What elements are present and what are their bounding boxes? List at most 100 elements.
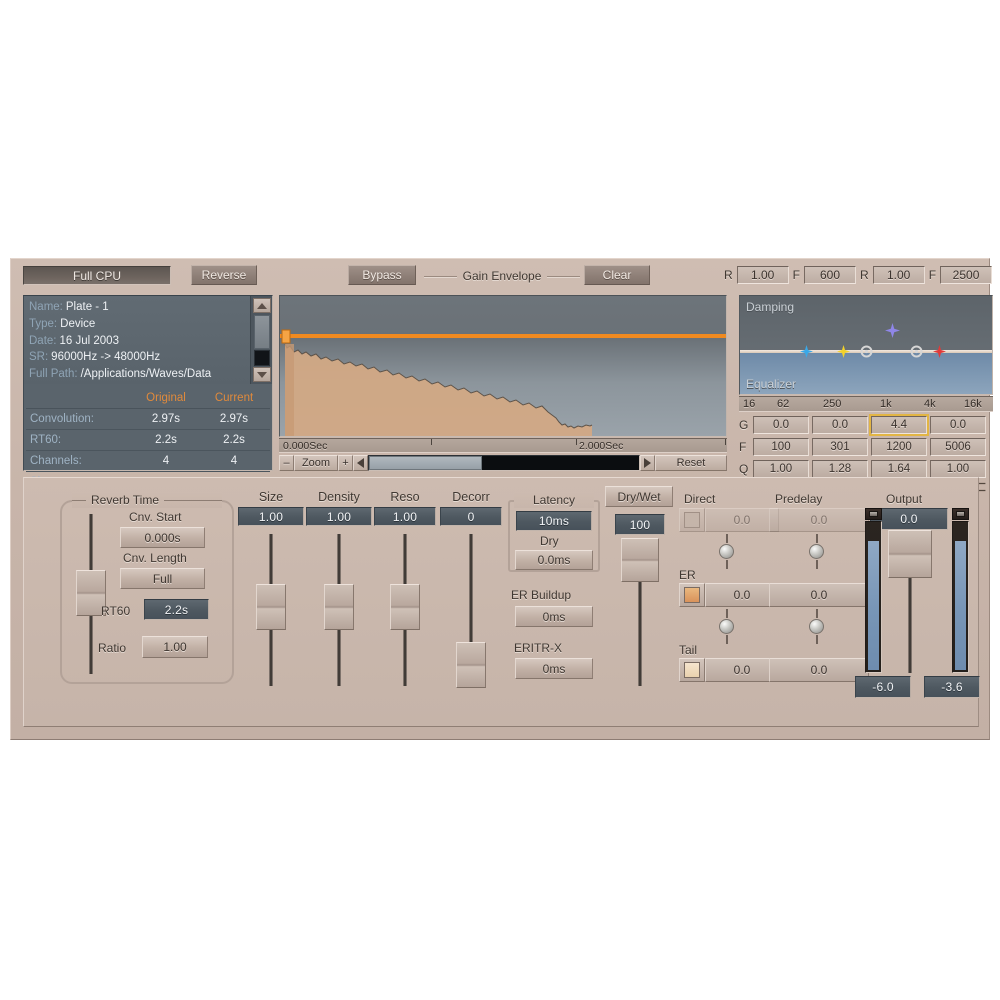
reset-button[interactable]: Reset [655,455,727,471]
rf-value-2[interactable]: 1.00 [872,266,925,284]
eq-band-node-4[interactable] [885,323,900,338]
slider-thumb[interactable] [324,584,354,630]
table-row: Convolution: 2.97s 2.97s [26,409,270,430]
decorr-slider[interactable] [451,534,491,688]
scroll-right-button[interactable] [640,455,655,471]
rf-value-1[interactable]: 600 [804,266,857,284]
eq-band-node-5[interactable] [910,345,923,358]
chevron-right-icon [644,458,651,468]
horizontal-scrollbar[interactable] [368,455,640,471]
eq-freq-band-2[interactable]: 301 [812,437,868,456]
eq-q-band-4[interactable]: 1.00 [930,459,986,478]
scrollbar-track[interactable] [254,350,270,366]
fader-thumb[interactable] [888,530,932,578]
scroll-up-icon[interactable] [253,298,271,313]
zoom-in-button[interactable]: + [338,455,353,471]
slider-thumb[interactable] [256,584,286,630]
eq-q-band-3[interactable]: 1.64 [871,459,927,478]
dry-value[interactable]: 0.0ms [515,550,593,570]
ir-reverb-plugin-window: Full CPU Reverse Bypass Gain Envelope Cl… [10,258,993,740]
scroll-down-icon[interactable] [253,367,271,382]
eq-freq-band-4[interactable]: 5006 [930,437,986,456]
link-line [726,609,728,618]
tail-gain-value[interactable]: 0.0 [705,658,779,682]
decorr-value[interactable]: 0 [440,507,502,526]
output-fader[interactable] [888,530,932,673]
rf-value-3[interactable]: 2500 [940,266,993,284]
gain-envelope-title: Gain Envelope [424,268,581,284]
row-original: 2.97s [151,413,181,425]
right-clip-indicator[interactable] [952,508,969,520]
eq-gain-band-4[interactable]: 0.0 [930,415,986,434]
reverse-button[interactable]: Reverse [191,265,257,285]
eq-damping-section: Damping Equalizer 16 62 250 1k 4k 16k G … [739,295,993,495]
direct-predelay-cell[interactable]: 0.0 [769,508,869,532]
reso-label: Reso [390,490,420,504]
scroll-left-button[interactable] [353,455,368,471]
direct-gain-value[interactable]: 0.0 [705,508,779,532]
eq-freq-band-1[interactable]: 100 [753,437,809,456]
gain-envelope-graph[interactable] [279,295,727,437]
eq-curve-display[interactable]: Damping Equalizer [739,295,993,395]
er-buildup-value[interactable]: 0ms [515,606,593,627]
rf-value-0[interactable]: 1.00 [736,266,789,284]
envelope-handle[interactable] [281,329,291,344]
rt60-value[interactable]: 2.2s [144,599,209,620]
cnv-length-value[interactable]: Full [120,568,205,589]
direct-er-link-knob[interactable] [719,544,734,559]
eq-band-node-3[interactable] [860,345,873,358]
ratio-value[interactable]: 1.00 [142,636,208,658]
dry-wet-button[interactable]: Dry/Wet [605,486,673,507]
ir-meta-key-4: Full Path: [29,368,78,381]
predelay-er-link-knob[interactable] [809,544,824,559]
er-tail-link-knob[interactable] [719,619,734,634]
eq-gain-band-2[interactable]: 0.0 [812,415,868,434]
er-predelay-value[interactable]: 0.0 [769,583,869,607]
direct-gain-cell[interactable]: 0.0 [679,508,779,532]
bypass-button[interactable]: Bypass [348,265,416,285]
slider-thumb[interactable] [456,642,486,688]
slider-thumb[interactable] [390,584,420,630]
direct-enable-switch[interactable] [679,508,705,532]
density-slider[interactable] [319,534,359,686]
eq-gain-band-3[interactable]: 4.4 [871,415,927,434]
slider-thumb[interactable] [621,538,659,582]
eq-band-node-1[interactable] [800,345,813,358]
full-cpu-button[interactable]: Full CPU [23,266,171,285]
info-scrollbar[interactable] [250,296,272,384]
clear-button[interactable]: Clear [584,265,650,285]
eq-q-band-1[interactable]: 1.00 [753,459,809,478]
er-gain-cell[interactable]: 0.0 [679,583,779,607]
tail-gain-cell[interactable]: 0.0 [679,658,779,682]
reso-slider[interactable] [385,534,425,686]
zoom-out-button[interactable]: – [279,455,294,471]
cnv-start-value[interactable]: 0.000s [120,527,205,548]
reso-value[interactable]: 1.00 [374,507,436,526]
link-line [816,534,818,543]
eq-gain-band-1[interactable]: 0.0 [753,415,809,434]
hscroll-thumb[interactable] [369,456,483,470]
er-predelay-cell[interactable]: 0.0 [769,583,869,607]
scrollbar-thumb[interactable] [254,315,270,349]
direct-predelay-value[interactable]: 0.0 [769,508,869,532]
eritr-x-value[interactable]: 0ms [515,658,593,679]
latency-value[interactable]: 10ms [516,511,592,531]
eq-freq-band-3[interactable]: 1200 [871,437,927,456]
eq-band-node-2[interactable] [837,345,850,358]
density-value[interactable]: 1.00 [306,507,372,526]
tail-predelay-cell[interactable]: 0.0 [769,658,869,682]
eq-band-node-6[interactable] [933,345,946,358]
predelay-tail-link-knob[interactable] [809,619,824,634]
title-rule-left [424,275,457,277]
eq-q-band-2[interactable]: 1.28 [812,459,868,478]
dry-wet-slider[interactable] [620,538,660,686]
size-slider[interactable] [251,534,291,686]
left-clip-indicator[interactable] [865,508,882,520]
er-enable-switch[interactable] [679,583,705,607]
tail-predelay-value[interactable]: 0.0 [769,658,869,682]
er-gain-value[interactable]: 0.0 [705,583,779,607]
size-value[interactable]: 1.00 [238,507,304,526]
rf-label-0: R [724,268,733,282]
tail-enable-switch[interactable] [679,658,705,682]
dry-wet-value[interactable]: 100 [615,514,665,535]
